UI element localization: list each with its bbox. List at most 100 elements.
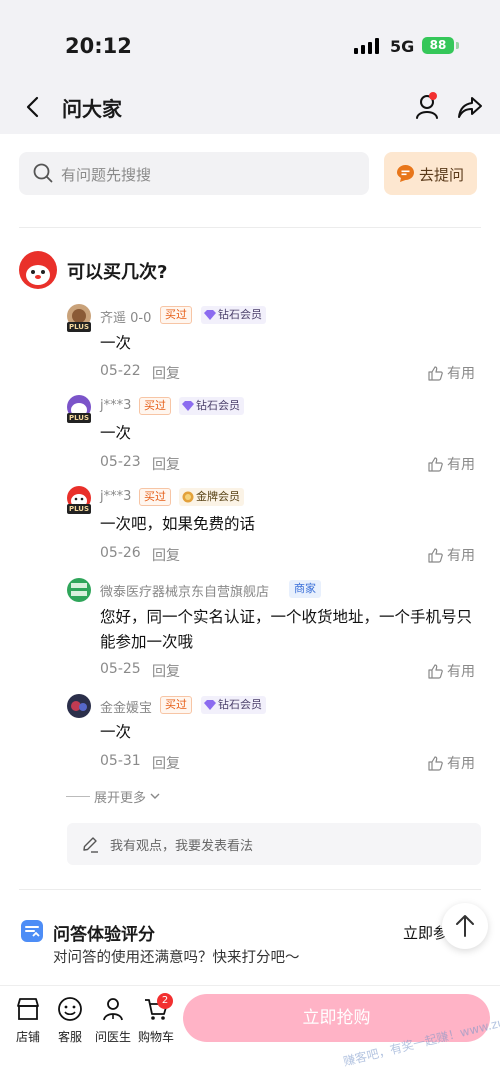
useful-button[interactable]: 有用 (428, 545, 475, 565)
store-icon (17, 998, 39, 1020)
rating-title: 问答体验评分 (53, 925, 155, 945)
thumbs-up-icon (428, 755, 443, 771)
thumbs-up-icon (428, 663, 443, 679)
divider (19, 889, 481, 890)
chevron-down-icon (150, 793, 160, 799)
answer-author: j***3 (100, 489, 132, 504)
cart-label: 购物车 (137, 1030, 174, 1044)
answer-date: 05-23 (100, 454, 141, 470)
member-tag: 钻石会员 (201, 696, 266, 714)
reply-button[interactable]: 回复 (152, 753, 180, 773)
search-input[interactable]: 有问题先搜搜 (19, 152, 369, 195)
useful-label: 有用 (447, 366, 475, 382)
answer-author: 金金媛宝 (100, 701, 153, 716)
answer-author: 微泰医疗器械京东自营旗舰店 (100, 585, 270, 600)
reply-button[interactable]: 回复 (152, 454, 180, 474)
useful-button[interactable]: 有用 (428, 753, 475, 773)
answer-text: 一次吧，如果免费的话 (100, 515, 256, 533)
reply-button[interactable]: 回复 (152, 661, 180, 681)
rating-icon (21, 920, 43, 942)
diamond-icon (204, 700, 216, 710)
store-logo-avatar (67, 578, 91, 602)
expand-label: 展开更多 (94, 791, 147, 806)
rating-subtitle: 对问答的使用还满意吗？快来打分吧～ (53, 950, 300, 966)
answer-text: 一次 (100, 723, 132, 741)
answer-date: 05-22 (100, 363, 141, 379)
answer-date: 05-31 (100, 753, 141, 769)
reply-button[interactable]: 回复 (152, 363, 180, 383)
page-title: 问大家 (62, 97, 122, 121)
customer-service-icon (58, 997, 82, 1021)
merchant-tag: 商家 (289, 580, 321, 598)
plus-badge: PLUS (67, 504, 91, 514)
doctor-label: 问医生 (94, 1030, 131, 1044)
search-icon (33, 163, 53, 183)
answer-text: 您好，同一个实名认证，一个收货地址，一个手机号只能参加一次哦 (100, 608, 473, 651)
plus-badge: PLUS (67, 413, 91, 423)
answer-text: 一次 (100, 334, 132, 352)
member-tag: 钻石会员 (201, 306, 266, 324)
reply-button[interactable]: 回复 (152, 545, 180, 565)
divider (19, 227, 481, 228)
useful-label: 有用 (447, 457, 475, 473)
status-bar: 20:12 5G 88 (0, 0, 500, 80)
member-label: 金牌会员 (196, 490, 240, 503)
arrow-up-icon (456, 915, 474, 937)
jd-mascot-avatar (19, 251, 57, 289)
signal-icon (354, 38, 379, 54)
answer-author: j***3 (100, 398, 132, 413)
answer-author: 齐遥 0-0 (100, 311, 152, 326)
pencil-icon (83, 837, 98, 853)
plus-badge: PLUS (67, 322, 91, 332)
ask-doctor-button[interactable]: 问医生 (90, 996, 136, 1045)
ask-button-label: 去提问 (419, 166, 465, 184)
avatar (67, 694, 91, 718)
share-icon[interactable] (456, 93, 484, 121)
user-icon[interactable] (414, 92, 442, 120)
expand-line (66, 796, 90, 797)
member-tag: 钻石会员 (179, 397, 244, 415)
search-placeholder: 有问题先搜搜 (61, 166, 152, 184)
back-to-top-button[interactable] (442, 903, 488, 949)
diamond-icon (204, 310, 216, 320)
diamond-icon (182, 401, 194, 411)
network-label: 5G (390, 37, 415, 56)
answer-date: 05-26 (100, 545, 141, 561)
expand-more-button[interactable]: 展开更多 (66, 787, 160, 806)
thumbs-up-icon (428, 365, 443, 381)
ask-question-button[interactable]: 去提问 (384, 152, 477, 195)
bought-tag: 买过 (139, 488, 171, 506)
service-label: 客服 (57, 1030, 82, 1044)
store-button[interactable]: 店铺 (5, 996, 51, 1045)
useful-button[interactable]: 有用 (428, 661, 475, 681)
customer-service-button[interactable]: 客服 (47, 996, 93, 1045)
bought-tag: 买过 (139, 397, 171, 415)
thumbs-up-icon (428, 456, 443, 472)
member-label: 钻石会员 (218, 308, 262, 321)
useful-button[interactable]: 有用 (428, 454, 475, 474)
notification-dot (429, 92, 437, 100)
useful-label: 有用 (447, 548, 475, 564)
battery-tip (456, 42, 459, 49)
back-icon[interactable] (22, 94, 46, 120)
cart-count-badge: 2 (157, 993, 173, 1009)
question-title: 可以买几次? (67, 262, 168, 283)
member-label: 钻石会员 (218, 698, 262, 711)
chat-bubble-icon (397, 165, 414, 182)
bought-tag: 买过 (160, 696, 192, 714)
gold-medal-icon (182, 491, 194, 503)
useful-button[interactable]: 有用 (428, 363, 475, 383)
answer-date: 05-25 (100, 661, 141, 677)
useful-label: 有用 (447, 756, 475, 772)
store-label: 店铺 (15, 1030, 40, 1044)
status-time: 20:12 (65, 34, 132, 58)
opinion-input[interactable]: 我有观点，我要发表看法 (67, 823, 481, 865)
opinion-placeholder: 我有观点，我要发表看法 (110, 839, 254, 854)
battery-icon: 88 (422, 37, 454, 54)
member-tag: 金牌会员 (179, 488, 244, 506)
member-label: 钻石会员 (196, 399, 240, 412)
doctor-icon (103, 998, 123, 1021)
useful-label: 有用 (447, 664, 475, 680)
thumbs-up-icon (428, 547, 443, 563)
bought-tag: 买过 (160, 306, 192, 324)
